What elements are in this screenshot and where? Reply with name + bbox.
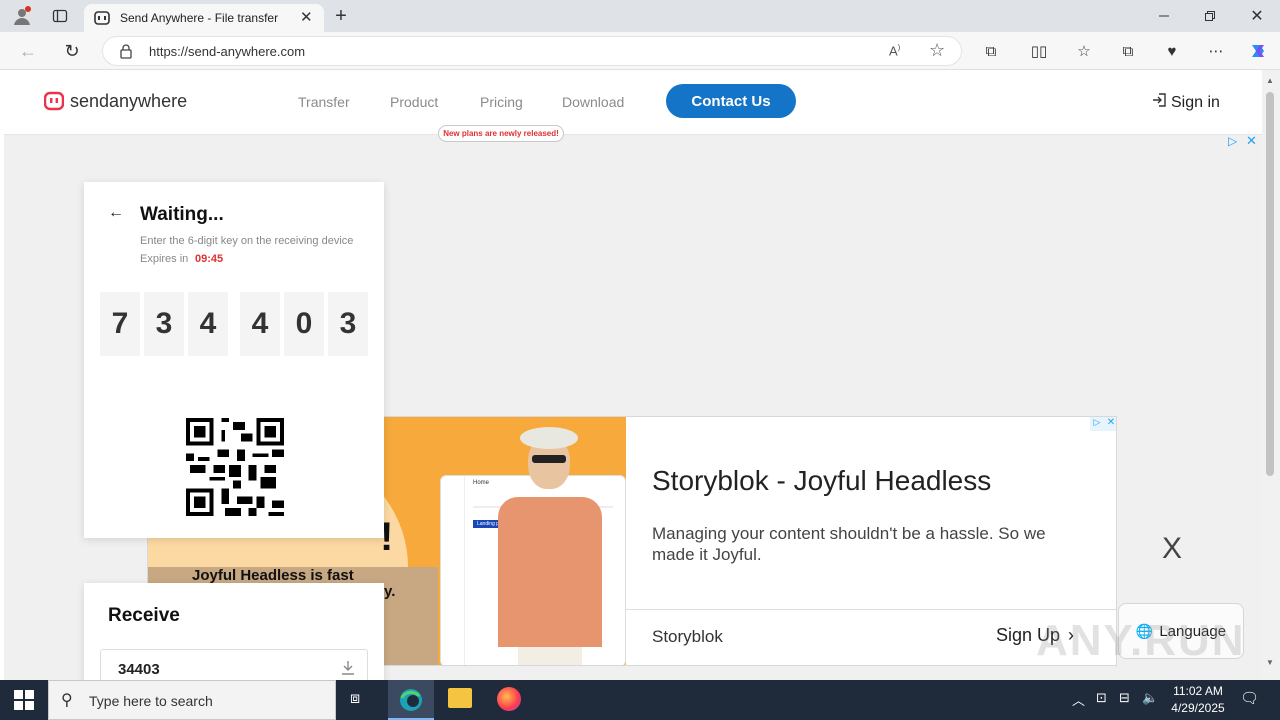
- person-sunglasses: [532, 455, 566, 463]
- nav-download[interactable]: Download: [562, 94, 624, 110]
- ad-overlay-partial: y.: [384, 583, 396, 600]
- ad-headline[interactable]: Storyblok - Joyful Headless: [652, 465, 991, 497]
- copilot-icon[interactable]: [1244, 37, 1272, 65]
- waiting-title: Waiting...: [140, 204, 224, 225]
- key-digit-4: 4: [240, 292, 280, 356]
- url-text[interactable]: https://send-anywhere.com: [149, 44, 305, 59]
- edge-icon: [400, 689, 422, 711]
- split-screen-icon[interactable]: ▯▯: [1025, 37, 1053, 65]
- minimize-icon[interactable]: [1150, 2, 1178, 30]
- qr-code[interactable]: [186, 418, 284, 521]
- send-key-card: ← Waiting... Enter the 6-digit key on th…: [84, 182, 384, 538]
- key-digit-6: 3: [328, 292, 368, 356]
- contact-us-button[interactable]: Contact Us: [666, 84, 796, 118]
- logo-text: sendanywhere: [70, 90, 188, 111]
- task-view-icon[interactable]: ⧈: [350, 690, 360, 708]
- nav-product[interactable]: Product: [390, 94, 438, 110]
- windows-logo-icon: [14, 690, 34, 710]
- new-plans-badge[interactable]: New plans are newly released!: [438, 125, 564, 142]
- favorites-icon[interactable]: ☆: [1070, 37, 1098, 65]
- start-button[interactable]: [14, 690, 34, 715]
- refresh-icon[interactable]: ↻: [58, 37, 86, 65]
- nav-transfer[interactable]: Transfer: [298, 94, 350, 110]
- tab-favicon-icon: [94, 10, 110, 29]
- ad-close-icon[interactable]: ✕: [1246, 133, 1257, 149]
- extensions-icon[interactable]: ⧉: [977, 37, 1005, 65]
- scroll-down-icon[interactable]: ▼: [1266, 658, 1274, 667]
- watermark-logo: ANY.RUN: [1036, 616, 1246, 665]
- receive-key-input[interactable]: 34403: [100, 649, 368, 680]
- clock-time[interactable]: 11:02 AM: [1168, 684, 1228, 698]
- expires-label: Expires in: [140, 253, 189, 265]
- person-shirt: [498, 497, 602, 647]
- firefox-icon[interactable]: [497, 687, 521, 711]
- back-arrow-icon[interactable]: ←: [108, 204, 124, 222]
- restore-icon[interactable]: [1196, 2, 1224, 30]
- clock-date[interactable]: 4/29/2025: [1162, 701, 1234, 715]
- person-pants: [518, 647, 582, 665]
- ad-brand: Storyblok: [652, 627, 723, 646]
- tray-device-icon[interactable]: ⊡: [1096, 690, 1107, 706]
- browser-essentials-icon[interactable]: ♥: [1158, 37, 1186, 65]
- address-bar-row: ← ↻ https://send-anywhere.com A) ☆ ⧉ ▯▯ …: [0, 32, 1280, 70]
- read-aloud-icon[interactable]: A): [889, 43, 900, 58]
- edge-taskbar-button[interactable]: [388, 680, 434, 720]
- site-logo[interactable]: sendanywhere: [44, 90, 187, 112]
- browser-titlebar: Send Anywhere - File transfer ✕ + ✕: [0, 0, 1280, 32]
- sign-in-icon: [1152, 92, 1166, 113]
- browser-tab[interactable]: Send Anywhere - File transfer ✕: [84, 4, 324, 32]
- network-icon[interactable]: ⊟: [1119, 690, 1130, 706]
- search-icon: ⚲: [61, 692, 73, 709]
- key-digit-1: 7: [100, 292, 140, 356]
- ad-banner-close-icon[interactable]: ✕: [1104, 417, 1116, 431]
- profile-icon[interactable]: [8, 2, 36, 30]
- notifications-icon[interactable]: 🗨: [1240, 689, 1259, 707]
- key-digit-5: 0: [284, 292, 324, 356]
- favorite-star-icon[interactable]: ☆: [929, 40, 945, 61]
- ad-divider: [626, 609, 1116, 610]
- key-digit-3: 4: [188, 292, 228, 356]
- ad-body: Managing your content shouldn't be a has…: [652, 524, 1046, 564]
- receive-card: Receive 34403: [84, 583, 384, 680]
- nav-pricing[interactable]: Pricing: [480, 94, 523, 110]
- more-menu-icon[interactable]: ⋯: [1202, 37, 1230, 65]
- page-viewport: sendanywhere Transfer Product Pricing Do…: [4, 70, 1262, 680]
- ad-person-figure: [488, 427, 608, 665]
- back-icon[interactable]: ←: [14, 37, 42, 65]
- ad-overlay-text: Joyful Headless is fast: [192, 567, 354, 584]
- download-icon[interactable]: [341, 660, 355, 680]
- mockup-home: Home: [473, 480, 490, 486]
- adchoices-icon[interactable]: ▷: [1228, 134, 1237, 148]
- scroll-thumb[interactable]: [1266, 92, 1274, 476]
- person-hair: [520, 427, 578, 449]
- file-explorer-icon[interactable]: [448, 688, 472, 708]
- tab-title: Send Anywhere - File transfer: [120, 11, 279, 25]
- search-placeholder: Type here to search: [89, 693, 213, 709]
- receive-title: Receive: [108, 605, 180, 626]
- ad-dismiss-x[interactable]: X: [1162, 532, 1182, 566]
- lock-icon: [119, 43, 133, 64]
- page-scrollbar[interactable]: ▲ ▼: [1262, 70, 1280, 680]
- sign-in-link[interactable]: Sign in: [1152, 92, 1220, 113]
- sign-in-label: Sign in: [1171, 93, 1220, 111]
- receive-key-value: 34403: [118, 661, 160, 678]
- ad-info-icon[interactable]: ▷: [1090, 417, 1104, 431]
- tray-chevron-up-icon[interactable]: ︿: [1072, 690, 1085, 709]
- new-tab-icon[interactable]: +: [327, 2, 355, 30]
- tab-actions-icon[interactable]: [46, 2, 74, 30]
- site-header: sendanywhere Transfer Product Pricing Do…: [4, 70, 1262, 142]
- scroll-up-icon[interactable]: ▲: [1266, 76, 1274, 85]
- expires-countdown: 09:45: [195, 253, 224, 265]
- address-bar[interactable]: https://send-anywhere.com A) ☆: [102, 36, 962, 66]
- collections-icon[interactable]: ⧉: [1114, 37, 1142, 65]
- logo-icon: [44, 91, 64, 111]
- close-window-icon[interactable]: ✕: [1243, 2, 1271, 30]
- taskbar-search[interactable]: ⚲ Type here to search: [48, 680, 336, 720]
- volume-icon[interactable]: 🔈: [1142, 690, 1158, 706]
- mockup-sidebar: [441, 476, 465, 665]
- key-digit-2: 3: [144, 292, 184, 356]
- close-tab-icon[interactable]: ✕: [300, 8, 313, 26]
- windows-taskbar: ⚲ Type here to search ⧈ ︿ ⊡ ⊟ 🔈 11:02 AM…: [0, 680, 1280, 720]
- waiting-subtitle: Enter the 6-digit key on the receiving d…: [140, 235, 354, 247]
